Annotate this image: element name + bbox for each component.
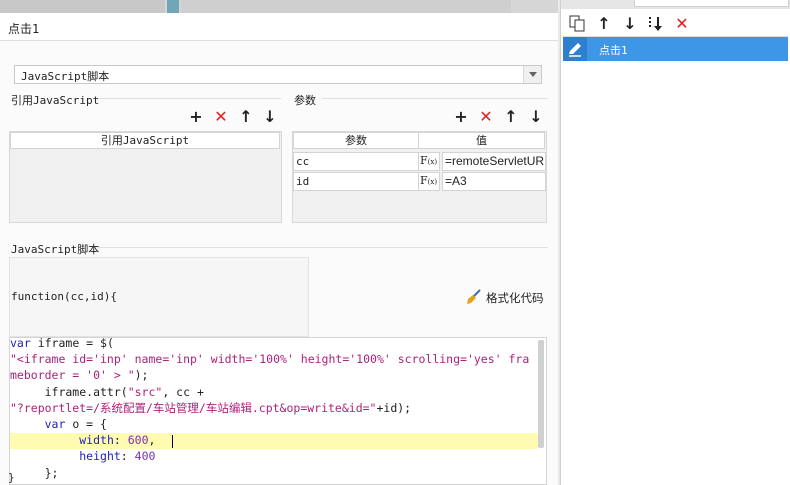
arrow-up-icon[interactable]: ↑ [596,16,612,32]
top-strip-marker [167,0,179,13]
param-name-cell[interactable]: cc [293,152,419,171]
format-code-button[interactable]: 格式化代码 [466,289,550,305]
plus-icon[interactable]: + [188,109,204,125]
script-type-value: JavaScript脚本 [21,70,110,83]
params-group-label: 参数 [294,94,316,107]
divider [98,247,548,248]
code-token: : [120,449,135,464]
param-name-cell[interactable]: id [293,172,419,191]
code-token: iframe.attr( [10,384,128,399]
pencil-glyph [569,43,581,57]
title-bar: 点击1 [0,13,558,41]
code-token: var [44,417,66,431]
event-list-item-label: 点击1 [599,44,628,57]
code-token: o = { [65,417,107,431]
param-value-cell[interactable]: =remoteServletUR [442,152,546,171]
red-x-icon[interactable]: ✕ [213,109,229,125]
right-top-tab [634,0,789,7]
code-line: }; [10,465,59,481]
copy-icon[interactable] [569,15,587,33]
arrow-down-icon[interactable]: ↓ [622,16,638,32]
script-group-label: JavaScript脚本 [11,243,100,256]
vertical-scrollbar[interactable] [538,340,544,448]
arrow-down-icon[interactable]: ↓ [262,109,278,125]
main-content: JavaScript脚本 引用JavaScript + ✕ ↑ ↓ 引用Java… [0,41,558,485]
code-token: width [79,433,114,448]
param-value-cell[interactable]: =A3 [442,172,546,191]
top-strip [0,0,558,13]
code-line: var iframe = $( [10,337,114,351]
code-token: "?reportlet=/系统配置/车站管理/车站编辑.cpt&op=write… [10,400,377,415]
code-token: "src" [127,384,163,399]
code-editor[interactable]: var iframe = $("<iframe id='inp' name='i… [9,337,547,485]
code-line: "<iframe id='inp' name='inp' width='100%… [10,351,529,367]
code-line: iframe.attr("src", cc + [10,384,204,400]
red-x-icon[interactable]: ✕ [478,109,494,125]
chevron-down-icon[interactable] [523,66,541,83]
code-line: width: 600, [10,432,155,448]
code-token: , cc + [162,384,204,399]
ref-js-group-label: 引用JavaScript [11,94,100,107]
code-line: var o = { [10,416,107,432]
code-token: var [10,337,31,350]
code-token: , [148,433,156,448]
ref-js-column-header: 引用JavaScript [10,132,280,149]
arrow-up-icon[interactable]: ↑ [238,109,254,125]
top-strip-block [0,0,165,13]
divider [322,98,548,99]
event-list-item[interactable]: 点击1 [563,37,788,61]
code-token: 600 [127,433,149,448]
script-type-select[interactable]: JavaScript脚本 [14,65,542,84]
code-token: +id); [376,400,412,415]
broom-icon [467,289,481,304]
closing-brace: } [8,471,15,484]
top-strip-block [181,0,511,13]
code-token: }; [10,465,59,480]
red-x-icon[interactable]: ✕ [674,16,690,32]
code-token: ); [134,368,149,383]
formula-icon[interactable]: F(x) [418,172,440,191]
value-column-header: 值 [418,132,545,149]
page-title: 点击1 [8,22,40,36]
params-table: 参数 值 cc F(x) =remoteServletUR id F(x) =A… [292,131,547,223]
arrow-up-icon[interactable]: ↑ [503,109,519,125]
move-bottom-icon[interactable] [647,15,665,33]
ref-js-list[interactable]: 引用JavaScript [9,131,282,223]
code-line: meborder = '0' > "); [10,367,148,383]
code-line: height: 400 [10,448,155,464]
formula-icon[interactable]: F(x) [418,152,440,171]
code-token: : [113,433,128,448]
code-line: "?reportlet=/系统配置/车站管理/车站编辑.cpt&op=write… [10,400,411,416]
arrow-down-icon[interactable]: ↓ [528,109,544,125]
right-top-strip [561,0,790,9]
code-token: meborder = '0' > " [10,368,135,383]
param-column-header: 参数 [293,132,419,149]
text-caret [172,435,173,448]
code-token: "<iframe id='inp' name='inp' width='100%… [10,352,530,367]
event-editor-panel: 点击1 JavaScript脚本 引用JavaScript + ✕ ↑ ↓ 引用… [0,0,558,485]
code-token: iframe = $( [30,337,114,350]
event-list-panel: ↑ ↓ ✕ 点击1 [560,0,790,485]
function-signature: function(cc,id){ [11,290,117,303]
format-code-label: 格式化代码 [486,291,544,305]
divider [98,98,281,99]
plus-icon[interactable]: + [453,109,469,125]
pencil-icon [563,37,587,61]
code-token: 400 [134,449,156,464]
code-token: height [79,449,121,464]
